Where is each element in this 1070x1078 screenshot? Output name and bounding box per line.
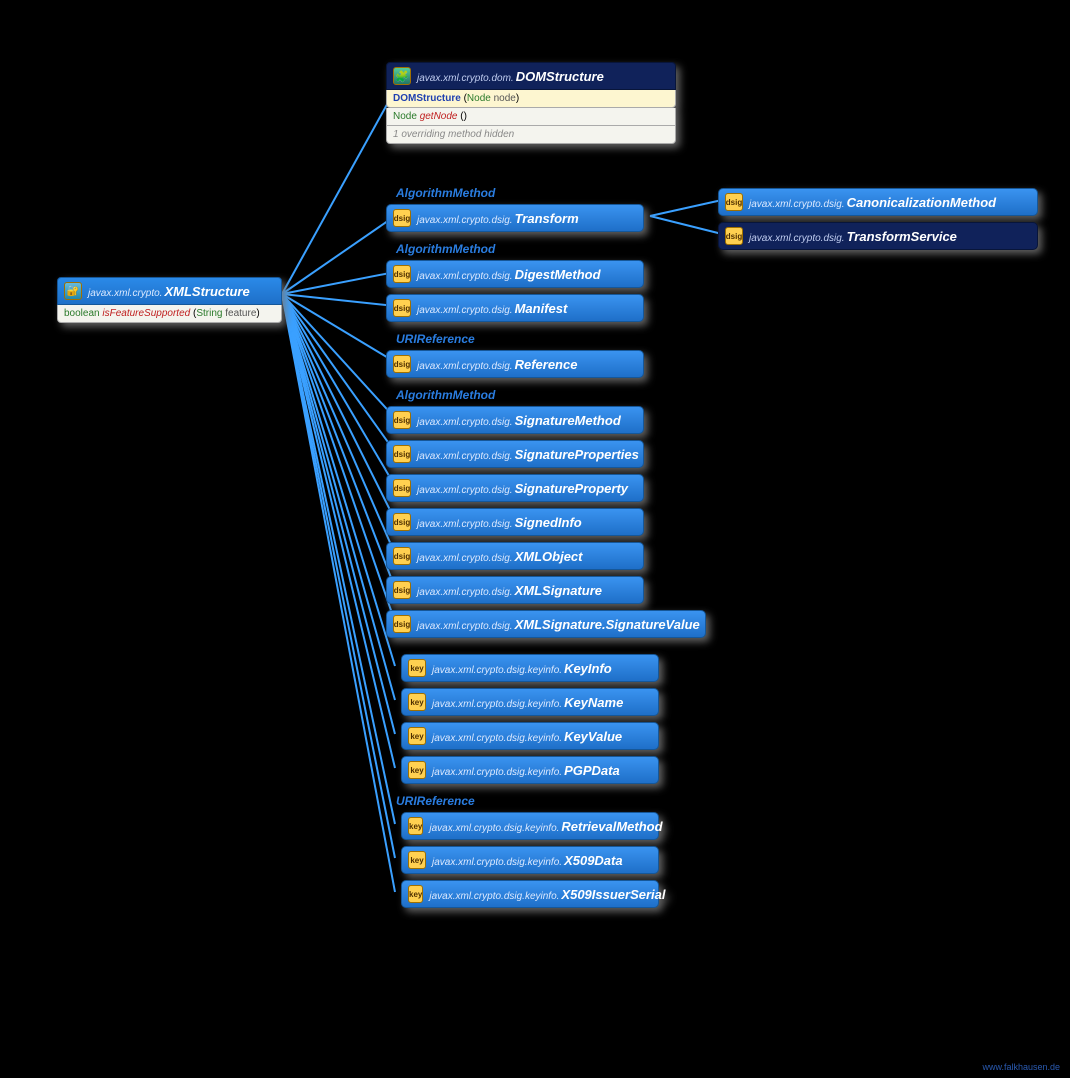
package-icon (408, 761, 426, 779)
package-icon (408, 885, 423, 903)
class-transform[interactable]: javax.xml.crypto.dsig.Transform (386, 204, 644, 232)
group-label: AlgorithmMethod (396, 388, 495, 402)
class-transformservice[interactable]: javax.xml.crypto.dsig.TransformService (718, 222, 1038, 250)
constructor-row: DOMStructure (Node node) (386, 90, 676, 108)
package-icon (393, 581, 411, 599)
package-icon (393, 615, 411, 633)
hidden-methods-note: 1 overriding method hidden (386, 126, 676, 144)
class-xmlstructure[interactable]: javax.xml.crypto.XMLStructure boolean is… (57, 277, 282, 323)
package-icon (408, 851, 426, 869)
class-xmlobject[interactable]: javax.xml.crypto.dsig.XMLObject (386, 542, 644, 570)
package-icon (408, 659, 426, 677)
package-icon (393, 479, 411, 497)
package-icon (393, 445, 411, 463)
package-icon (408, 817, 423, 835)
class-retrievalmethod[interactable]: javax.xml.crypto.dsig.keyinfo.RetrievalM… (401, 812, 659, 840)
class-signatureproperties[interactable]: javax.xml.crypto.dsig.SignaturePropertie… (386, 440, 644, 468)
package-icon (393, 67, 411, 85)
package-icon (393, 209, 411, 227)
class-signedinfo[interactable]: javax.xml.crypto.dsig.SignedInfo (386, 508, 644, 536)
class-x509data[interactable]: javax.xml.crypto.dsig.keyinfo.X509Data (401, 846, 659, 874)
class-x509issuerserial[interactable]: javax.xml.crypto.dsig.keyinfo.X509Issuer… (401, 880, 659, 908)
class-keyinfo[interactable]: javax.xml.crypto.dsig.keyinfo.KeyInfo (401, 654, 659, 682)
class-manifest[interactable]: javax.xml.crypto.dsig.Manifest (386, 294, 644, 322)
class-reference[interactable]: javax.xml.crypto.dsig.Reference (386, 350, 644, 378)
watermark: www.falkhausen.de (982, 1062, 1060, 1072)
class-signaturemethod[interactable]: javax.xml.crypto.dsig.SignatureMethod (386, 406, 644, 434)
package-icon (393, 513, 411, 531)
class-signatureproperty[interactable]: javax.xml.crypto.dsig.SignatureProperty (386, 474, 644, 502)
group-label: AlgorithmMethod (396, 242, 495, 256)
class-xmlsignature[interactable]: javax.xml.crypto.dsig.XMLSignature (386, 576, 644, 604)
package-icon (393, 411, 411, 429)
group-label: URIReference (396, 332, 475, 346)
package-icon (725, 227, 743, 245)
class-canonicalizationmethod[interactable]: javax.xml.crypto.dsig.CanonicalizationMe… (718, 188, 1038, 216)
package-icon (408, 727, 426, 745)
class-domstructure[interactable]: javax.xml.crypto.dom.DOMStructure DOMStr… (386, 62, 676, 144)
package-icon (393, 355, 411, 373)
class-keyvalue[interactable]: javax.xml.crypto.dsig.keyinfo.KeyValue (401, 722, 659, 750)
package-icon (393, 299, 411, 317)
class-digestmethod[interactable]: javax.xml.crypto.dsig.DigestMethod (386, 260, 644, 288)
method-getnode: Node getNode () (386, 108, 676, 126)
class-xmlsignature-signaturevalue[interactable]: javax.xml.crypto.dsig.XMLSignature.Signa… (386, 610, 706, 638)
package-icon (393, 265, 411, 283)
connector-lines (0, 0, 1070, 1078)
group-label: URIReference (396, 794, 475, 808)
package-icon (408, 693, 426, 711)
package-icon (64, 282, 82, 300)
method-isfeaturesupported: boolean isFeatureSupported (String featu… (57, 305, 282, 323)
group-label: AlgorithmMethod (396, 186, 495, 200)
package-icon (725, 193, 743, 211)
class-keyname[interactable]: javax.xml.crypto.dsig.keyinfo.KeyName (401, 688, 659, 716)
class-pgpdata[interactable]: javax.xml.crypto.dsig.keyinfo.PGPData (401, 756, 659, 784)
package-icon (393, 547, 411, 565)
